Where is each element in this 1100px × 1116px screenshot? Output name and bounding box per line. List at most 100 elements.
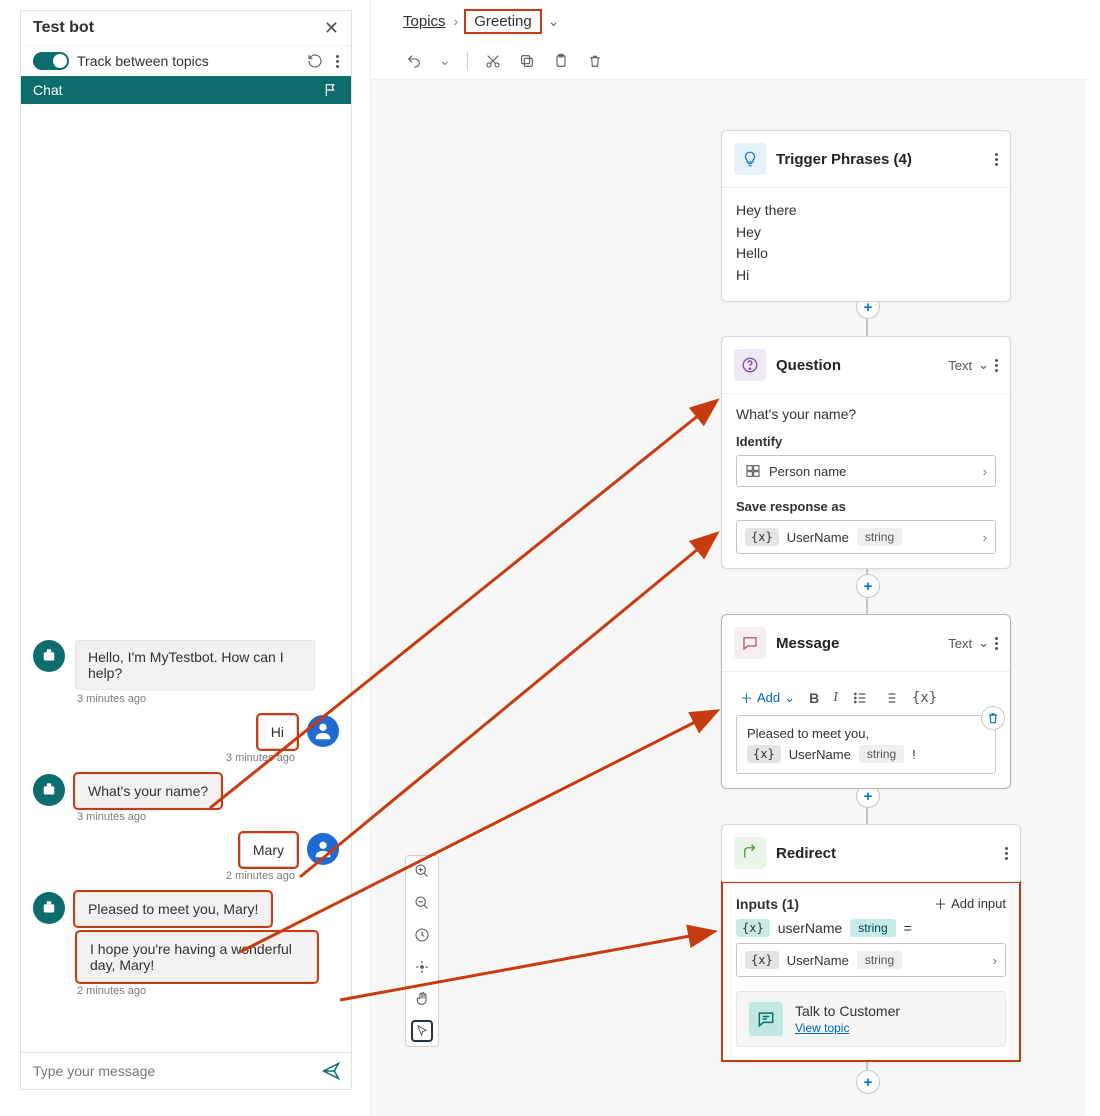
param-name: userName <box>778 920 843 936</box>
add-node-button[interactable]: + <box>856 574 880 598</box>
chevron-down-icon[interactable]: ⌄ <box>978 357 989 373</box>
trigger-node[interactable]: Trigger Phrases (4) Hey there Hey Hello … <box>721 130 1011 302</box>
redirect-topic-name: Talk to Customer <box>795 1003 900 1019</box>
message-row: Hello, I'm MyTestbot. How can I help? <box>33 640 339 690</box>
numbered-list-icon[interactable] <box>882 690 898 706</box>
message-input[interactable] <box>31 1062 321 1080</box>
node-title: Message <box>776 635 839 652</box>
chat-tab[interactable]: Chat <box>21 76 351 104</box>
message-row: I hope you're having a wonderful day, Ma… <box>77 932 339 982</box>
more-icon[interactable] <box>995 153 998 166</box>
canvas-zoom-toolbar <box>405 855 439 1047</box>
canvas[interactable]: + + + + Trigger Phrases (4) Hey there He… <box>371 80 1086 1116</box>
message-text: Pleased to meet you, <box>747 726 985 741</box>
chevron-right-icon: › <box>983 464 987 479</box>
chat-icon <box>749 1002 783 1036</box>
value-type: string <box>857 951 902 969</box>
message-row: Mary <box>33 833 339 867</box>
variable-type: string <box>857 528 902 546</box>
node-title: Question <box>776 357 841 374</box>
chat-tab-label: Chat <box>33 82 63 98</box>
editor-toolbar: ⌄ <box>371 42 1086 80</box>
chevron-down-icon[interactable]: ⌄ <box>439 52 451 69</box>
more-icon[interactable] <box>336 55 339 68</box>
flag-icon[interactable] <box>323 82 339 98</box>
trigger-phrase: Hello <box>736 243 996 265</box>
bulleted-list-icon[interactable] <box>852 690 868 706</box>
save-variable-field[interactable]: {x} UserName string › <box>736 520 996 554</box>
save-label: Save response as <box>736 499 996 514</box>
variable-icon: {x} <box>745 528 779 546</box>
output-type[interactable]: Text <box>948 358 972 373</box>
value-name: UserName <box>787 953 849 968</box>
equals: = <box>904 920 912 936</box>
message-input-row <box>21 1052 351 1089</box>
identify-field[interactable]: Person name › <box>736 455 996 487</box>
more-icon[interactable] <box>1005 847 1008 860</box>
add-button[interactable]: ＋ Add ⌄ <box>740 688 795 707</box>
bot-avatar-icon <box>33 640 65 672</box>
fit-icon[interactable] <box>413 958 431 976</box>
copy-icon[interactable] <box>518 52 536 70</box>
zoom-out-icon[interactable] <box>413 894 431 912</box>
output-type[interactable]: Text <box>948 636 972 651</box>
message-icon <box>734 627 766 659</box>
bot-message: Pleased to meet you, Mary! <box>75 892 271 926</box>
chevron-right-icon: › <box>983 530 987 545</box>
breadcrumb: Topics › Greeting ⌄ <box>371 0 1086 42</box>
redirect-node[interactable]: Redirect Inputs (1) ＋ Add input {x} user… <box>721 824 1021 1062</box>
chevron-right-icon: › <box>454 13 459 29</box>
variable-icon: {x} <box>747 745 781 763</box>
trigger-phrases: Hey there Hey Hello Hi <box>722 188 1010 301</box>
test-bot-header: Test bot ✕ <box>21 11 351 46</box>
paste-icon[interactable] <box>552 52 570 70</box>
breadcrumb-root[interactable]: Topics <box>403 13 446 30</box>
message-time: 2 minutes ago <box>77 985 339 997</box>
trigger-phrase: Hey there <box>736 200 996 222</box>
undo-icon[interactable] <box>405 52 423 70</box>
node-title: Redirect <box>776 845 836 862</box>
bot-message: Hello, I'm MyTestbot. How can I help? <box>75 640 315 690</box>
redirect-target[interactable]: Talk to Customer View topic <box>736 991 1006 1047</box>
message-row: Hi <box>33 715 339 749</box>
select-icon[interactable] <box>413 1022 431 1040</box>
more-icon[interactable] <box>995 637 998 650</box>
message-time: 2 minutes ago <box>33 870 295 882</box>
cut-icon[interactable] <box>484 52 502 70</box>
chevron-down-icon[interactable]: ⌄ <box>978 635 989 651</box>
input-value-field[interactable]: {x} UserName string › <box>736 943 1006 977</box>
message-row: Pleased to meet you, Mary! <box>33 892 339 926</box>
delete-icon[interactable] <box>586 52 604 70</box>
track-row: Track between topics <box>21 46 351 76</box>
param-type: string <box>850 919 895 937</box>
authoring-canvas-pane: Topics › Greeting ⌄ ⌄ + + + <box>370 0 1086 1116</box>
message-node[interactable]: Message Text ⌄ ＋ Add ⌄ B I <box>721 614 1011 789</box>
more-icon[interactable] <box>995 359 998 372</box>
chevron-down-icon[interactable]: ⌄ <box>548 13 560 30</box>
zoom-reset-icon[interactable] <box>413 926 431 944</box>
add-node-button[interactable]: + <box>856 1070 880 1094</box>
bot-avatar-icon <box>33 774 65 806</box>
italic-icon[interactable]: I <box>833 690 838 706</box>
variable-name: UserName <box>789 747 851 762</box>
question-text[interactable]: What's your name? <box>736 406 996 422</box>
send-icon[interactable] <box>321 1061 341 1081</box>
close-icon[interactable]: ✕ <box>324 19 339 37</box>
track-toggle[interactable] <box>33 52 69 70</box>
bold-icon[interactable]: B <box>809 690 819 706</box>
reset-icon[interactable] <box>306 52 324 70</box>
add-input-button[interactable]: ＋ Add input <box>934 894 1006 913</box>
variable-icon: {x} <box>736 919 770 937</box>
test-bot-title: Test bot <box>33 19 94 37</box>
zoom-in-icon[interactable] <box>413 862 431 880</box>
delete-icon[interactable] <box>981 706 1005 730</box>
identify-value: Person name <box>769 464 846 479</box>
view-topic-link[interactable]: View topic <box>795 1021 849 1035</box>
pan-icon[interactable] <box>413 990 431 1008</box>
redirect-icon <box>734 837 766 869</box>
variable-icon[interactable]: {x} <box>912 690 937 706</box>
entity-icon <box>745 463 761 479</box>
question-node[interactable]: Question Text ⌄ What's your name? Identi… <box>721 336 1011 569</box>
message-text-box[interactable]: Pleased to meet you, {x} UserName string… <box>736 715 996 774</box>
chat-body: Hello, I'm MyTestbot. How can I help? 3 … <box>21 104 351 1052</box>
